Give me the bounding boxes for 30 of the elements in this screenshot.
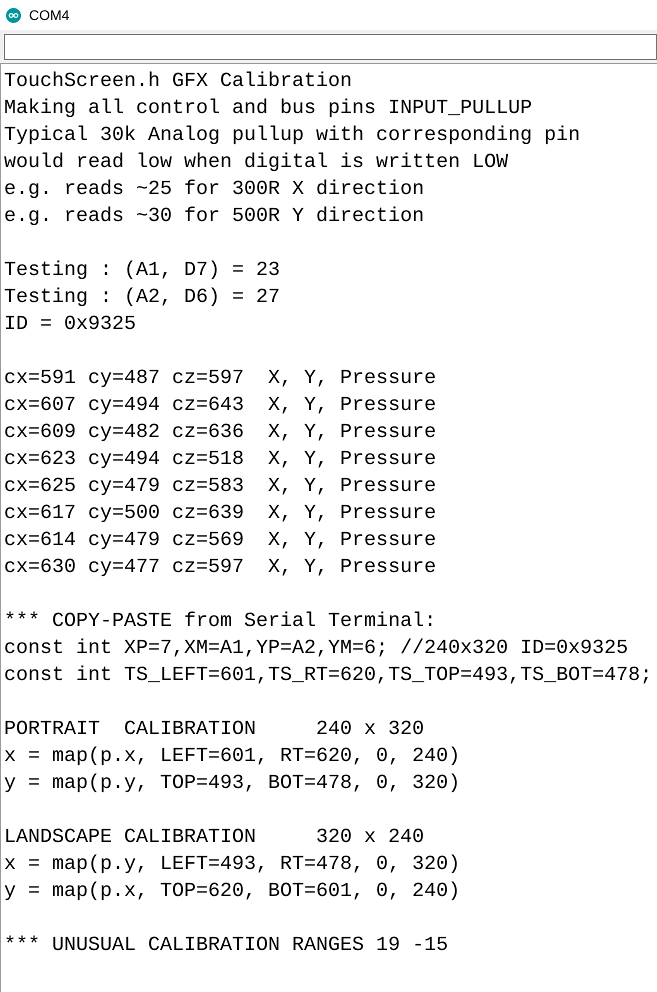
serial-line: cx=591 cy=487 cz=597 X, Y, Pressure [4,366,436,392]
serial-line: const int XP=7,XM=A1,YP=A2,YM=6; //240x320 ID=0x9325 [4,636,628,662]
serial-line: y = map(p.y, TOP=493, BOT=478, 0, 320) [4,771,460,797]
app-logo-icon [6,8,21,22]
window-title: COM4 [29,6,70,24]
serial-line: *** UNUSUAL CALIBRATION RANGES 19 -15 [4,933,448,959]
serial-line: cx=609 cy=482 cz=636 X, Y, Pressure [4,420,436,446]
serial-line: e.g. reads ~30 for 500R Y direction [4,204,424,230]
input-field[interactable] [4,34,657,60]
serial-line: cx=623 cy=494 cz=518 X, Y, Pressure [4,447,436,473]
serial-line: const int TS_LEFT=601,TS_RT=620,TS_TOP=493,TS_BOT=478; [4,663,652,689]
serial-line: Making all control and bus pins INPUT_PULLUP [4,96,532,122]
serial-line: LANDSCAPE CALIBRATION 320 x 240 [4,825,424,851]
serial-line: ID = 0x9325 [4,312,136,338]
serial-line: x = map(p.y, LEFT=493, RT=478, 0, 320) [4,852,460,878]
serial-line: Typical 30k Analog pullup with corresponding pin [4,123,580,149]
serial-line: TouchScreen.h GFX Calibration [4,69,352,95]
serial-line: y = map(p.x, TOP=620, BOT=601, 0, 240) [4,879,460,905]
serial-line: cx=607 cy=494 cz=643 X, Y, Pressure [4,393,436,419]
serial-line: cx=630 cy=477 cz=597 X, Y, Pressure [4,555,436,581]
serial-line: would read low when digital is written LOW [4,150,508,176]
serial-line: cx=614 cy=479 cz=569 X, Y, Pressure [4,528,436,554]
serial-line: cx=625 cy=479 cz=583 X, Y, Pressure [4,474,436,500]
serial-line: Testing : (A2, D6) = 27 [4,285,280,311]
serial-line: cx=617 cy=500 cz=639 X, Y, Pressure [4,501,436,527]
serial-line: x = map(p.x, LEFT=601, RT=620, 0, 240) [4,744,460,770]
serial-line: e.g. reads ~25 for 300R X direction [4,177,424,203]
serial-line: *** COPY-PASTE from Serial Terminal: [4,609,436,635]
serial-line: PORTRAIT CALIBRATION 240 x 320 [4,717,424,743]
serial-line: Testing : (A1, D7) = 23 [4,258,280,284]
